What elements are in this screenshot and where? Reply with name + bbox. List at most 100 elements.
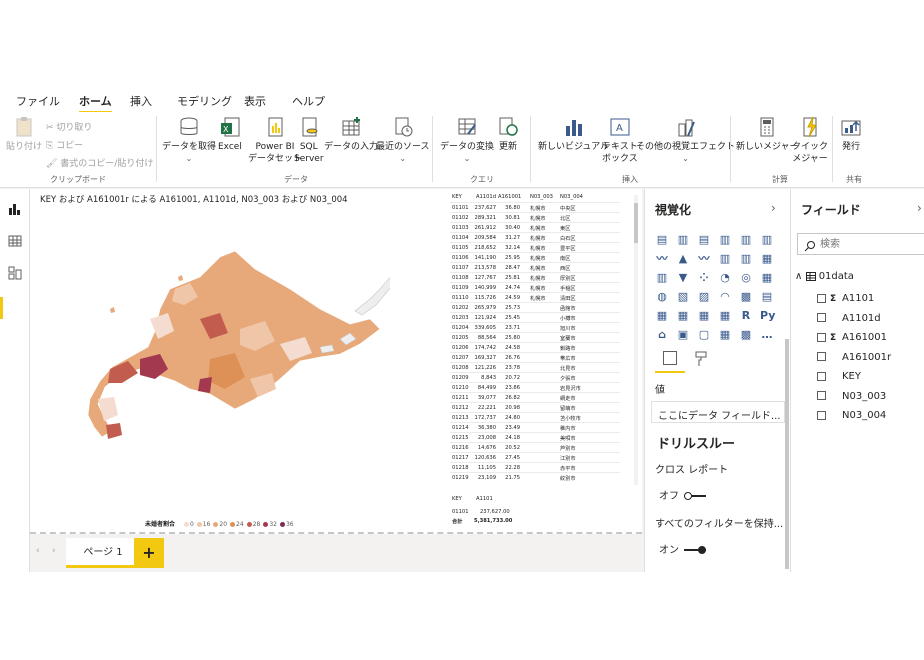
field-checkbox[interactable] <box>817 293 826 303</box>
field-item[interactable]: A1101d <box>817 313 881 324</box>
report-canvas[interactable]: KEY および A161001r による A161001, A1101d, N0… <box>30 189 642 534</box>
chevron-right-icon[interactable]: › <box>771 201 776 215</box>
field-item[interactable]: A161001r <box>817 352 891 363</box>
visual-type-icon[interactable]: ▩ <box>739 290 753 304</box>
table-row[interactable]: 01219 23,109 21.75 紋別市 <box>450 472 620 482</box>
tab-file[interactable]: ファイル <box>16 93 60 109</box>
toggle-switch-on[interactable] <box>684 546 707 554</box>
table-row[interactable]: 01209 8,843 20.72 夕張市 <box>450 372 620 382</box>
visual-type-icon[interactable]: ▥ <box>760 233 774 247</box>
visual-type-icon[interactable]: ▥ <box>739 233 753 247</box>
new-measure-button[interactable]: 新しいメジャー <box>736 116 799 153</box>
fields-search-input[interactable] <box>797 233 924 255</box>
table-row[interactable]: 01108 127,767 25.81 札幌市 厚別区 <box>450 272 620 282</box>
scrollbar-thumb[interactable] <box>634 203 638 243</box>
visual-type-icon[interactable]: ◎ <box>739 271 753 285</box>
keep-filters-toggle[interactable]: オン <box>659 541 707 556</box>
table-row[interactable]: 01211 39,077 26.82 網走市 <box>450 392 620 402</box>
summary-table[interactable]: KEY A1101 01101 237,627.00 合計 5,381,733.… <box>450 495 610 526</box>
visual-type-icon[interactable]: 〰 <box>655 252 669 266</box>
tab-modeling[interactable]: モデリング <box>177 93 232 109</box>
visual-type-icon[interactable]: ▤ <box>760 290 774 304</box>
col-n03004-header[interactable]: N03_004 <box>560 194 583 200</box>
data-table[interactable]: KEY A1101d A161001 N03_003 N03_004 01101… <box>450 192 620 482</box>
cross-report-toggle[interactable]: オフ <box>659 487 707 502</box>
table-row[interactable]: 01212 22,221 20.98 留萌市 <box>450 402 620 412</box>
visual-type-icon[interactable]: ⁘ <box>697 271 711 285</box>
transform-data-button[interactable]: データの変換 ⌄ <box>440 116 494 165</box>
visual-type-icon[interactable]: ▤ <box>655 233 669 247</box>
table-row[interactable]: 01216 14,676 20.52 芦別市 <box>450 442 620 452</box>
format-paint-roller-icon[interactable] <box>695 351 707 367</box>
field-checkbox[interactable] <box>817 332 826 342</box>
pane-scrollbar[interactable] <box>785 339 789 569</box>
table-row[interactable]: 01105 218,652 32.14 札幌市 豊平区 <box>450 242 620 252</box>
new-visual-button[interactable]: 新しいビジュアル <box>538 116 609 153</box>
table-row[interactable]: 01218 11,105 22.28 赤平市 <box>450 462 620 472</box>
table-row[interactable]: 01103 261,912 30.40 札幌市 東区 <box>450 222 620 232</box>
paste-button[interactable]: 貼り付け <box>6 116 42 153</box>
report-view-icon[interactable] <box>8 201 22 215</box>
add-page-button[interactable]: + <box>134 538 164 568</box>
table-row[interactable]: 01214 36,380 23.49 稚内市 <box>450 422 620 432</box>
table-row[interactable]: 01207 169,327 26.76 帯広市 <box>450 352 620 362</box>
recent-sources-button[interactable]: 最近のソース ⌄ <box>376 116 430 165</box>
visual-type-icon[interactable]: ◠ <box>718 290 732 304</box>
col-key-header[interactable]: KEY <box>452 194 462 200</box>
table-row[interactable]: 01109 140,999 24.74 札幌市 手稲区 <box>450 282 620 292</box>
quick-measure-button[interactable]: クイック メジャー <box>792 116 828 165</box>
visual-type-icon[interactable]: ▲ <box>676 252 690 266</box>
tab-home[interactable]: ホーム <box>79 93 112 113</box>
sql-server-button[interactable]: SQL Server <box>294 116 324 165</box>
more-visuals-button[interactable]: その他の視覚エフェクト ⌄ <box>636 116 735 165</box>
table-row[interactable]: 01101 237,627 36.80 札幌市 中央区 <box>450 202 620 212</box>
field-item[interactable]: Σ A161001 <box>817 332 887 343</box>
table-row[interactable]: 01205 88,564 25.80 室蘭市 <box>450 332 620 342</box>
visual-type-icon[interactable]: ▥ <box>739 252 753 266</box>
chevron-left-icon[interactable]: ‹ <box>36 546 40 556</box>
visual-type-icon[interactable]: R <box>739 309 753 323</box>
visual-type-icon[interactable]: ◍ <box>655 290 669 304</box>
visual-type-icon[interactable]: ▥ <box>676 233 690 247</box>
close-icon[interactable]: › <box>917 201 922 215</box>
enter-data-button[interactable]: データの入力 <box>324 116 378 153</box>
table-row[interactable]: 01104 209,584 31.27 札幌市 白石区 <box>450 232 620 242</box>
visual-type-icon[interactable]: ⌂ <box>655 328 669 342</box>
visual-type-icon[interactable]: ▦ <box>676 309 690 323</box>
visual-type-icon[interactable]: ▥ <box>718 252 732 266</box>
chevron-right-icon[interactable]: › <box>52 546 56 556</box>
field-item[interactable]: N03_003 <box>817 391 886 402</box>
table-row[interactable]: 01203 121,924 25.45 小樽市 <box>450 312 620 322</box>
visual-type-icon[interactable]: Py <box>760 309 775 323</box>
col-a1101d-header[interactable]: A1101d <box>474 194 496 200</box>
table-row[interactable]: 01107 213,578 28.47 札幌市 西区 <box>450 262 620 272</box>
field-checkbox[interactable] <box>817 391 826 400</box>
visual-type-icon[interactable]: ▥ <box>718 233 732 247</box>
visual-type-icon[interactable]: ▥ <box>655 271 669 285</box>
toggle-switch-off[interactable] <box>684 492 707 500</box>
data-view-icon[interactable] <box>8 233 22 247</box>
table-scrollbar[interactable] <box>634 195 638 485</box>
col-a161001-header[interactable]: A161001 <box>498 194 521 200</box>
field-checkbox[interactable] <box>817 371 826 381</box>
publish-button[interactable]: 発行 <box>840 116 862 153</box>
table-row[interactable]: 01213 172,737 24.80 苫小牧市 <box>450 412 620 422</box>
table-row[interactable]: 01217 120,636 27.45 江別市 <box>450 452 620 462</box>
textbox-button[interactable]: A テキスト ボックス <box>602 116 638 165</box>
field-checkbox[interactable] <box>817 313 826 322</box>
field-checkbox[interactable] <box>817 410 826 420</box>
visual-type-icon[interactable]: … <box>760 328 774 342</box>
visual-type-icon[interactable]: ▢ <box>697 328 711 342</box>
table-row[interactable]: 01106 141,190 25.95 札幌市 南区 <box>450 252 620 262</box>
col-n03003-header[interactable]: N03_003 <box>530 194 553 200</box>
field-item[interactable]: KEY <box>817 371 861 382</box>
cut-button[interactable]: ✂ 切り取り <box>46 120 92 133</box>
visual-type-icon[interactable]: ▦ <box>718 309 732 323</box>
visual-type-icon[interactable]: ▧ <box>676 290 690 304</box>
page-tab-1[interactable]: ページ 1 <box>66 538 140 568</box>
visual-type-icon[interactable]: 〰 <box>697 252 711 266</box>
visual-type-icon[interactable]: ▦ <box>697 309 711 323</box>
table-row[interactable]: 01206 174,742 24.58 釧路市 <box>450 342 620 352</box>
field-checkbox[interactable] <box>817 352 826 361</box>
visual-type-icon[interactable]: ▦ <box>760 252 774 266</box>
